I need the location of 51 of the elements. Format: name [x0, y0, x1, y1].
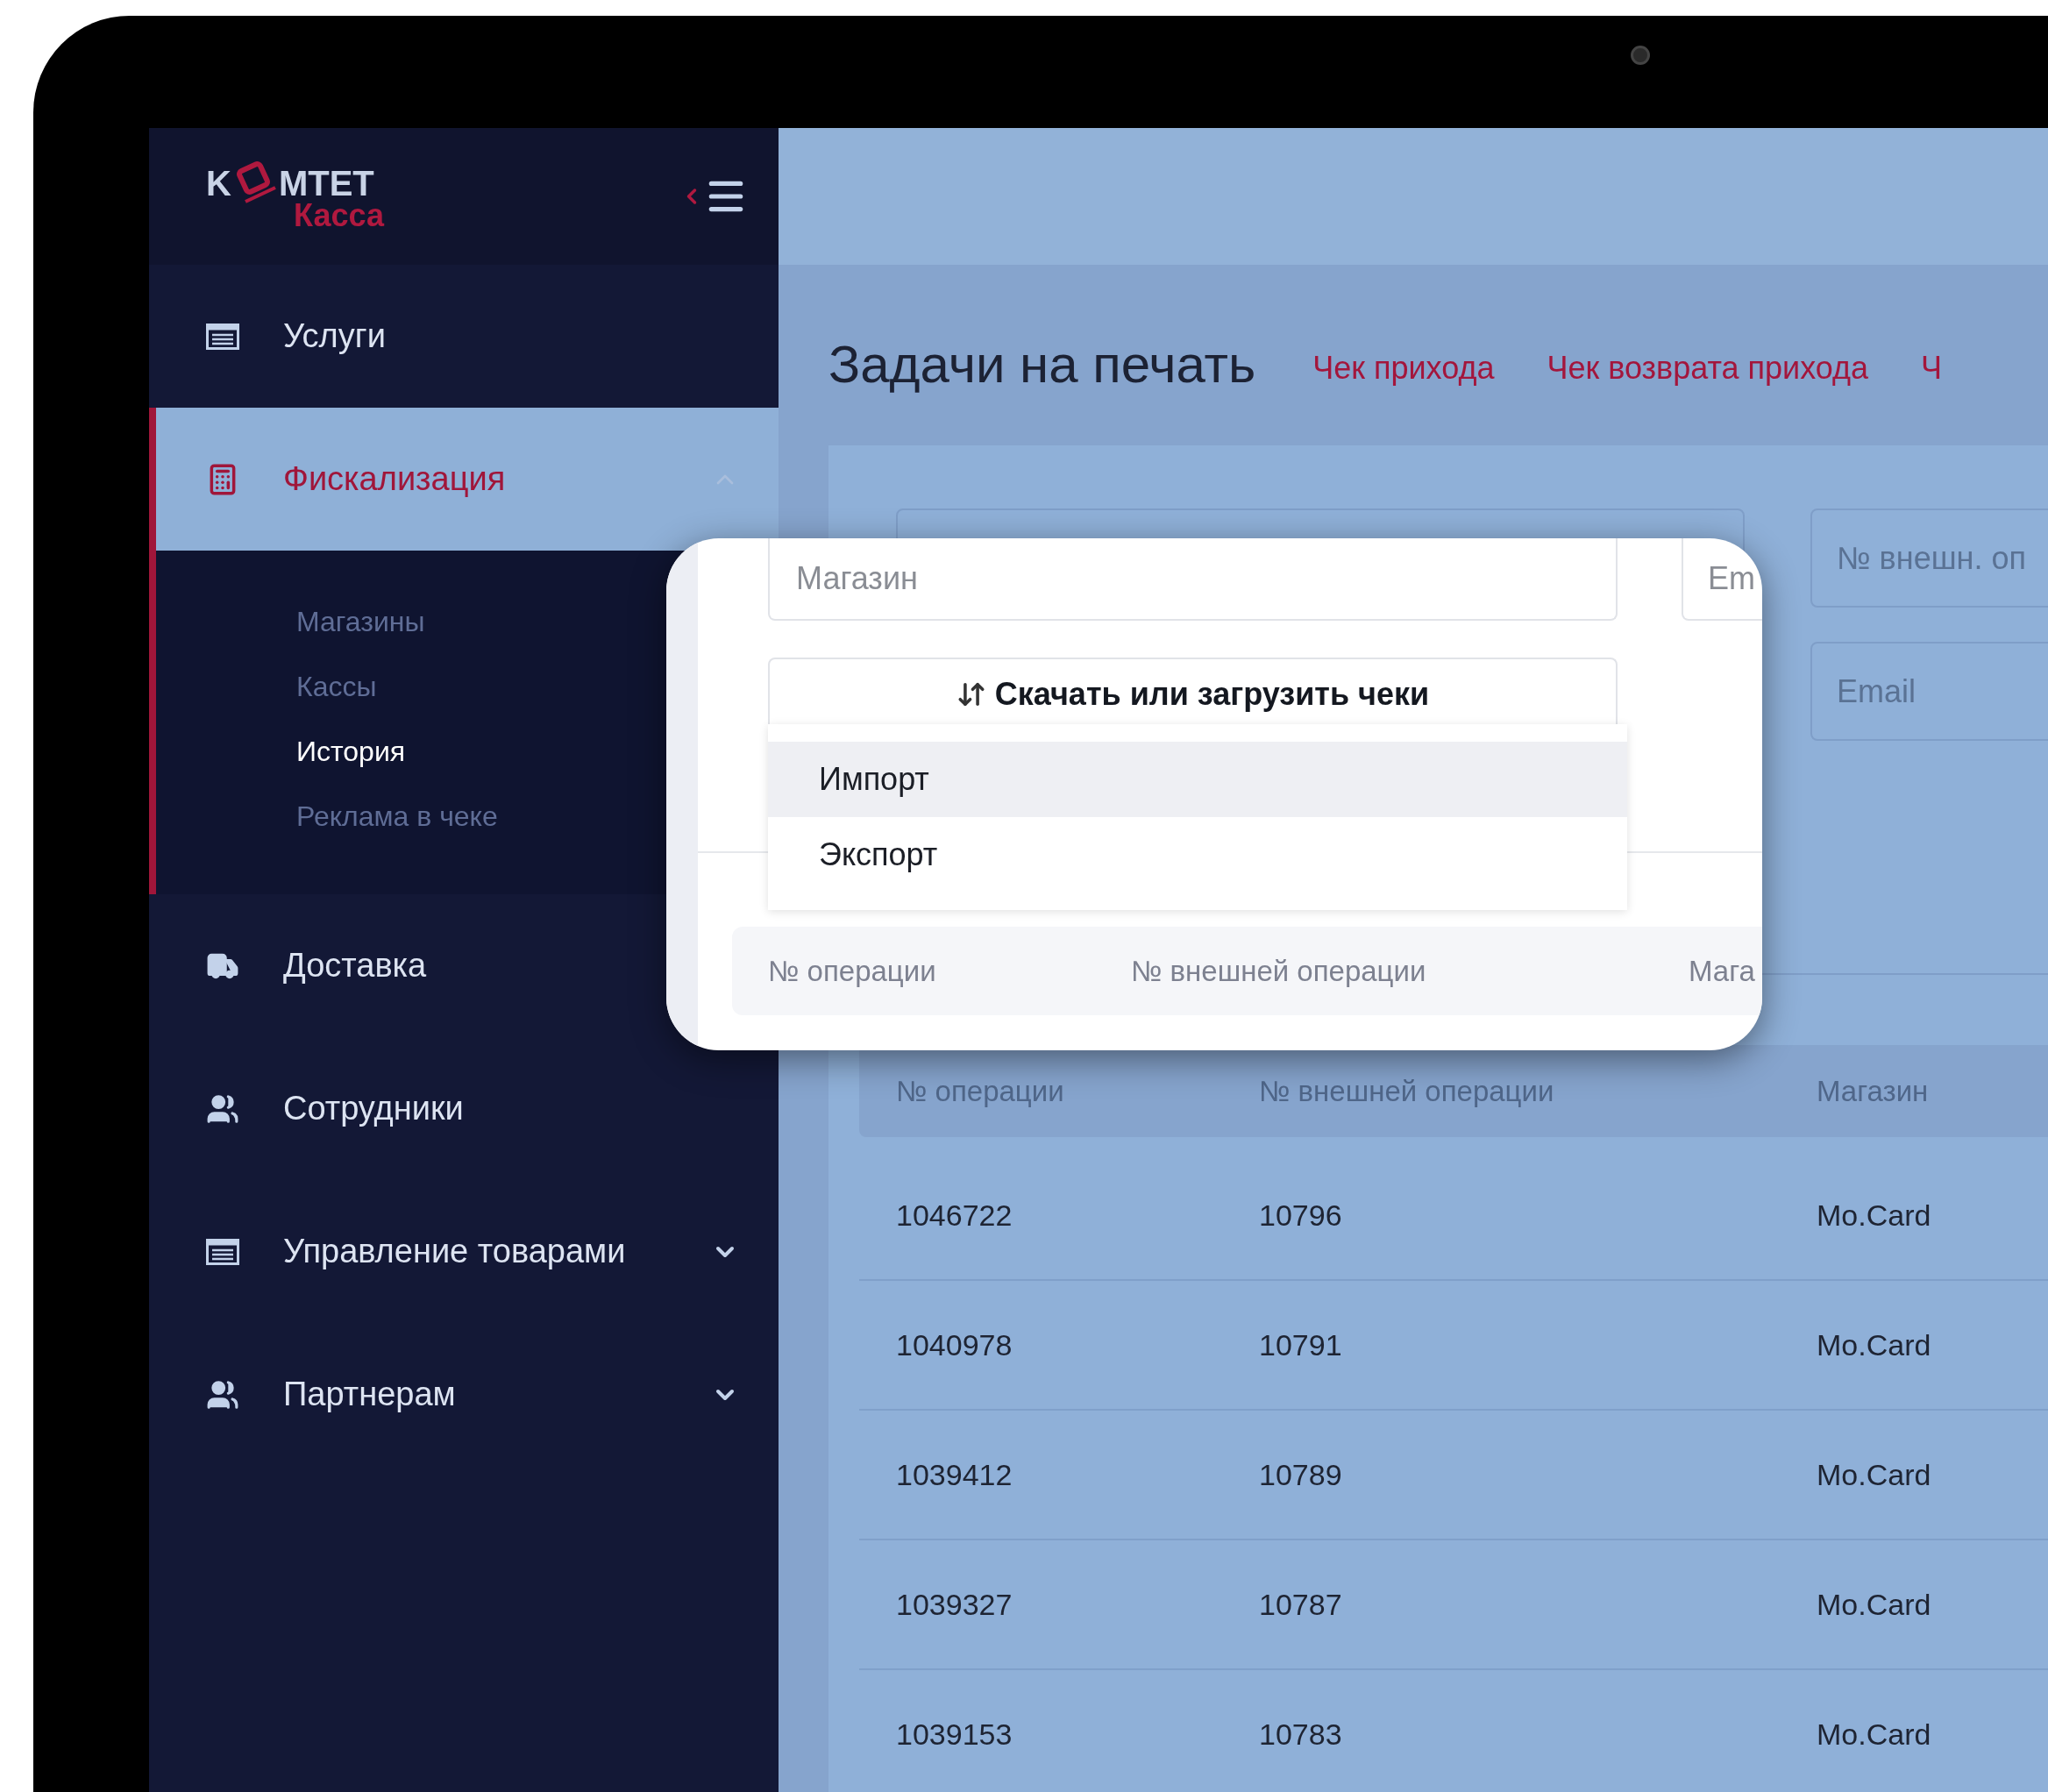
- column-header: Магазин: [1817, 1073, 1929, 1109]
- sidebar-item-label: Управление товарами: [283, 1232, 627, 1271]
- column-header: № операции: [768, 953, 937, 989]
- table-cell-text: Mo.Card: [1817, 1456, 1931, 1493]
- tab-link[interactable]: Ч: [1921, 345, 1943, 392]
- sidebar-item[interactable]: Сотрудники: [149, 1037, 779, 1180]
- sidebar-item-label: Партнерам: [283, 1375, 457, 1414]
- table-cell-text: 1046722: [896, 1197, 1013, 1234]
- submenu-item[interactable]: Кассы: [296, 654, 377, 719]
- input-field[interactable]: Магазин: [768, 538, 1618, 621]
- sidebar-item-label: Доставка: [283, 946, 428, 985]
- column-header: Мага: [1689, 953, 1755, 989]
- logo-subtitle: Касса: [294, 200, 384, 231]
- input-field[interactable]: Em: [1682, 538, 1762, 621]
- table-cell-text: Mo.Card: [1817, 1197, 1931, 1234]
- table-cell-text: 10787: [1259, 1586, 1343, 1623]
- logo-wordmark: МТЕТ: [278, 166, 374, 201]
- sidebar-item[interactable]: Фискализация: [156, 408, 779, 551]
- table-cell-text: 1039327: [896, 1586, 1013, 1623]
- tab-link[interactable]: Чек возврата прихода: [1547, 345, 1869, 392]
- list-icon: [206, 1238, 239, 1265]
- table-cell-text: 10789: [1259, 1456, 1343, 1493]
- logo-letter: K: [206, 166, 231, 201]
- table-cell-text: 10796: [1259, 1197, 1343, 1234]
- table-cell-text: 1039153: [896, 1716, 1013, 1753]
- table-cell-text: Mo.Card: [1817, 1586, 1931, 1623]
- table-cell-text: Mo.Card: [1817, 1716, 1931, 1753]
- column-header: № внешней операции: [1259, 1073, 1555, 1109]
- table-cell-text: 1039412: [896, 1456, 1013, 1493]
- table-cell-text: Mo.Card: [1817, 1326, 1931, 1363]
- sidebar-item[interactable]: Услуги: [149, 265, 779, 408]
- table-cell-text: 10791: [1259, 1326, 1343, 1363]
- sidebar-item-label: Услуги: [283, 316, 387, 356]
- sidebar-item-label: Сотрудники: [283, 1089, 465, 1128]
- menu-item[interactable]: Импорт: [768, 742, 1627, 817]
- submenu-item[interactable]: Магазины: [296, 589, 425, 654]
- menu-item[interactable]: Экспорт: [768, 817, 1627, 892]
- submenu-item[interactable]: История: [296, 719, 406, 784]
- column-header: № внешней операции: [1131, 953, 1427, 989]
- page-title: Задачи на печать: [828, 334, 1256, 395]
- input-field[interactable]: № внешн. оп: [1810, 508, 2048, 608]
- sidebar-item-label: Фискализация: [283, 459, 507, 499]
- list-icon: [206, 323, 239, 350]
- table-cell-text: 10783: [1259, 1716, 1343, 1753]
- submenu-item[interactable]: Реклама в чеке: [296, 784, 498, 849]
- sidebar-item[interactable]: Управление товарами: [149, 1180, 779, 1323]
- sidebar-item[interactable]: Партнерам: [149, 1323, 779, 1466]
- tab-link[interactable]: Чек прихода: [1312, 345, 1495, 392]
- table-cell-text: 1040978: [896, 1326, 1013, 1363]
- input-field[interactable]: Email: [1810, 642, 2048, 741]
- column-header: № операции: [896, 1073, 1065, 1109]
